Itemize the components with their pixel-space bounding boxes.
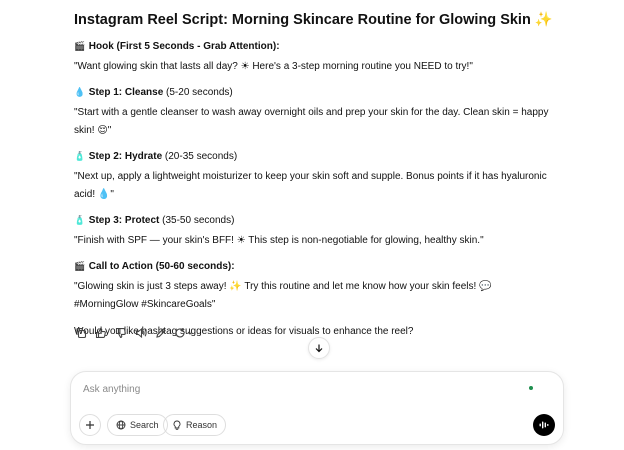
section-heading: Hook (First 5 Seconds - Grab Attention): bbox=[88, 41, 280, 52]
copy-icon bbox=[76, 328, 87, 339]
assistant-message: Instagram Reel Script: Morning Skincare … bbox=[74, 10, 554, 340]
copy-button[interactable] bbox=[74, 326, 88, 340]
reason-button[interactable]: Reason bbox=[163, 414, 227, 436]
reason-label: Reason bbox=[186, 420, 218, 430]
edit-button[interactable] bbox=[154, 326, 168, 340]
thumbs-down-icon bbox=[115, 327, 126, 338]
thumbs-down-button[interactable] bbox=[114, 326, 128, 340]
arrow-down-icon bbox=[315, 344, 323, 353]
section-text: "Glowing skin is just 3 steps away! ✨ Tr… bbox=[74, 281, 492, 310]
read-aloud-button[interactable] bbox=[134, 326, 148, 340]
message-title: Instagram Reel Script: Morning Skincare … bbox=[74, 12, 553, 28]
status-dot bbox=[529, 386, 533, 390]
section-text: "Next up, apply a lightweight moisturize… bbox=[74, 171, 547, 200]
thumbs-up-button[interactable] bbox=[94, 326, 108, 340]
globe-icon bbox=[116, 420, 126, 430]
clapperboard-icon: 🎬 bbox=[74, 261, 86, 271]
edit-icon bbox=[156, 328, 166, 338]
message-actions bbox=[74, 326, 194, 340]
section-text: "Want glowing skin that lasts all day? ☀… bbox=[74, 61, 473, 72]
chat-page: Instagram Reel Script: Morning Skincare … bbox=[0, 0, 624, 450]
section-heading: Call to Action (50-60 seconds): bbox=[88, 261, 235, 272]
search-label: Search bbox=[130, 420, 159, 430]
droplet-icon: 💧 bbox=[74, 87, 86, 97]
attach-button[interactable] bbox=[79, 414, 101, 436]
section-call-to-action: 🎬 Call to Action (50-60 seconds): "Glowi… bbox=[74, 258, 554, 314]
section-heading-time: (35-50 seconds) bbox=[159, 215, 235, 226]
composer: Search Reason bbox=[70, 371, 564, 445]
lotion-icon: 🧴 bbox=[74, 151, 86, 161]
section-heading: Step 1: Cleanse bbox=[88, 87, 164, 98]
regenerate-icon bbox=[175, 328, 193, 338]
voice-mode-button[interactable] bbox=[533, 414, 555, 436]
section-cleanse: 💧 Step 1: Cleanse (5-20 seconds) "Start … bbox=[74, 84, 554, 140]
section-protect: 🧴 Step 3: Protect (35-50 seconds) "Finis… bbox=[74, 212, 554, 250]
section-heading-time: (5-20 seconds) bbox=[163, 87, 233, 98]
regenerate-button[interactable] bbox=[174, 326, 194, 340]
prompt-input[interactable] bbox=[81, 380, 525, 398]
waveform-icon bbox=[539, 421, 549, 429]
section-hydrate: 🧴 Step 2: Hydrate (20-35 seconds) "Next … bbox=[74, 148, 554, 204]
section-heading-time: (20-35 seconds) bbox=[162, 151, 238, 162]
clapperboard-icon: 🎬 bbox=[74, 41, 86, 51]
section-text: "Start with a gentle cleanser to wash aw… bbox=[74, 107, 549, 136]
section-text: "Finish with SPF — your skin's BFF! ☀ Th… bbox=[74, 235, 484, 246]
lotion-icon: 🧴 bbox=[74, 215, 86, 225]
section-heading: Step 2: Hydrate bbox=[88, 151, 163, 162]
section-hook: 🎬 Hook (First 5 Seconds - Grab Attention… bbox=[74, 38, 554, 76]
search-button[interactable]: Search bbox=[107, 414, 168, 436]
thumbs-up-icon bbox=[95, 328, 106, 339]
scroll-down-button[interactable] bbox=[308, 337, 330, 359]
lightbulb-icon bbox=[173, 420, 181, 430]
section-heading: Step 3: Protect bbox=[88, 215, 160, 226]
plus-icon bbox=[86, 421, 94, 429]
read-aloud-icon bbox=[135, 327, 147, 339]
